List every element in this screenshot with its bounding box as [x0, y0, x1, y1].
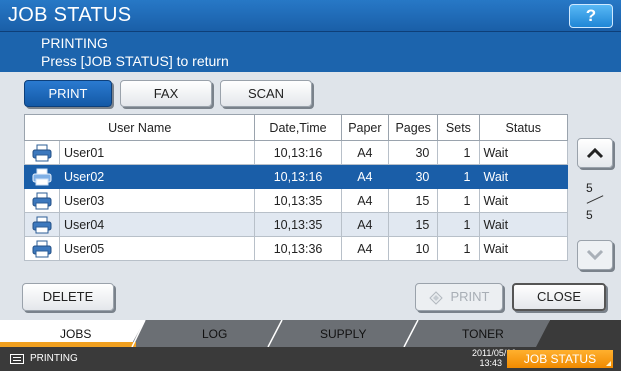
status-datetime: 2011/05/10 13:43 [472, 348, 517, 368]
tab-scan[interactable]: SCAN [220, 80, 312, 107]
printer-icon [32, 144, 52, 161]
cell-paper: A4 [340, 164, 390, 189]
page-total: 5 [586, 208, 593, 222]
chevron-up-icon [586, 147, 604, 159]
print-button[interactable]: PRINT [415, 283, 503, 311]
cell-status: Wait [478, 236, 568, 261]
row-icon-cell [24, 140, 60, 165]
table-row[interactable]: User01 10,13:16 A4 30 1 Wait [24, 140, 568, 165]
cell-date-time: 10,13:16 [254, 140, 342, 165]
cell-paper: A4 [340, 212, 390, 237]
job-table: User Name Date,Time Paper Pages Sets Sta… [23, 114, 568, 261]
page-current: 5 [586, 181, 593, 195]
cell-pages: 15 [388, 188, 439, 213]
printer-icon [32, 240, 52, 257]
cell-paper: A4 [340, 188, 390, 213]
cell-pages: 15 [388, 212, 439, 237]
printer-icon [32, 216, 52, 233]
column-header-paper: Paper [340, 114, 390, 141]
column-header-user-name: User Name [23, 114, 256, 141]
cell-status: Wait [478, 212, 568, 237]
table-row[interactable]: User03 10,13:35 A4 15 1 Wait [24, 188, 568, 213]
column-header-status: Status [478, 114, 568, 141]
printer-icon [32, 192, 52, 209]
cell-user-name: User01 [58, 140, 256, 165]
tab-toner[interactable]: TONER [462, 327, 504, 341]
job-status-button[interactable]: JOB STATUS [507, 350, 613, 368]
cell-date-time: 10,13:35 [254, 188, 342, 213]
row-icon-cell [24, 236, 60, 261]
cell-date-time: 10,13:35 [254, 212, 342, 237]
table-header-row: User Name Date,Time Paper Pages Sets Sta… [23, 114, 568, 141]
help-button[interactable]: ? [569, 4, 613, 28]
cell-sets: 1 [437, 164, 480, 189]
tab-strip-graphic [0, 320, 621, 347]
message-line-status: PRINTING [41, 35, 108, 51]
row-icon-cell [24, 188, 60, 213]
row-icon-cell [24, 212, 60, 237]
column-header-date-time: Date,Time [254, 114, 342, 141]
cell-status: Wait [478, 140, 568, 165]
cell-sets: 1 [437, 212, 480, 237]
row-icon-cell [24, 164, 60, 189]
cell-paper: A4 [340, 236, 390, 261]
cell-sets: 1 [437, 236, 480, 261]
cell-user-name: User04 [58, 212, 256, 237]
button-corner-mark [606, 361, 611, 366]
delete-button[interactable]: DELETE [22, 283, 114, 311]
table-row[interactable]: User04 10,13:35 A4 15 1 Wait [24, 212, 568, 237]
job-status-label: JOB STATUS [523, 352, 597, 366]
scroll-down-button[interactable] [577, 240, 613, 270]
scroll-up-button[interactable] [577, 138, 613, 168]
bottom-tab-strip [0, 320, 621, 347]
status-time: 13:43 [479, 358, 502, 368]
cell-date-time: 10,13:36 [254, 236, 342, 261]
chevron-down-icon [586, 249, 604, 261]
print-diamond-icon [428, 290, 443, 305]
cell-pages: 30 [388, 164, 439, 189]
printer-icon [32, 168, 52, 185]
tab-supply[interactable]: SUPPLY [320, 327, 366, 341]
cell-date-time: 10,13:16 [254, 164, 342, 189]
tab-log[interactable]: LOG [202, 327, 227, 341]
cell-user-name: User02 [58, 164, 256, 189]
message-bar: PRINTING Press [JOB STATUS] to return [0, 32, 621, 72]
table-row-selected[interactable]: User02 10,13:16 A4 30 1 Wait [24, 164, 568, 189]
cell-user-name: User05 [58, 236, 256, 261]
tab-print[interactable]: PRINT [24, 80, 112, 107]
column-header-pages: Pages [388, 114, 439, 141]
close-button[interactable]: CLOSE [512, 283, 606, 311]
table-row[interactable]: User05 10,13:36 A4 10 1 Wait [24, 236, 568, 261]
cell-paper: A4 [340, 140, 390, 165]
cell-sets: 1 [437, 188, 480, 213]
status-text: PRINTING [30, 353, 78, 364]
title-bar: JOB STATUS ? [0, 0, 621, 32]
page-title: JOB STATUS [8, 4, 132, 26]
status-date: 2011/05/10 [472, 348, 517, 358]
cell-pages: 30 [388, 140, 439, 165]
cell-status: Wait [478, 188, 568, 213]
cell-sets: 1 [437, 140, 480, 165]
tab-jobs[interactable]: JOBS [60, 327, 91, 341]
cell-status: Wait [478, 164, 568, 189]
cell-user-name: User03 [58, 188, 256, 213]
printing-status-icon [10, 354, 24, 364]
message-line-hint: Press [JOB STATUS] to return [41, 53, 229, 69]
cell-pages: 10 [388, 236, 439, 261]
tab-fax[interactable]: FAX [120, 80, 212, 107]
print-button-label: PRINT [450, 289, 490, 304]
column-header-sets: Sets [437, 114, 480, 141]
